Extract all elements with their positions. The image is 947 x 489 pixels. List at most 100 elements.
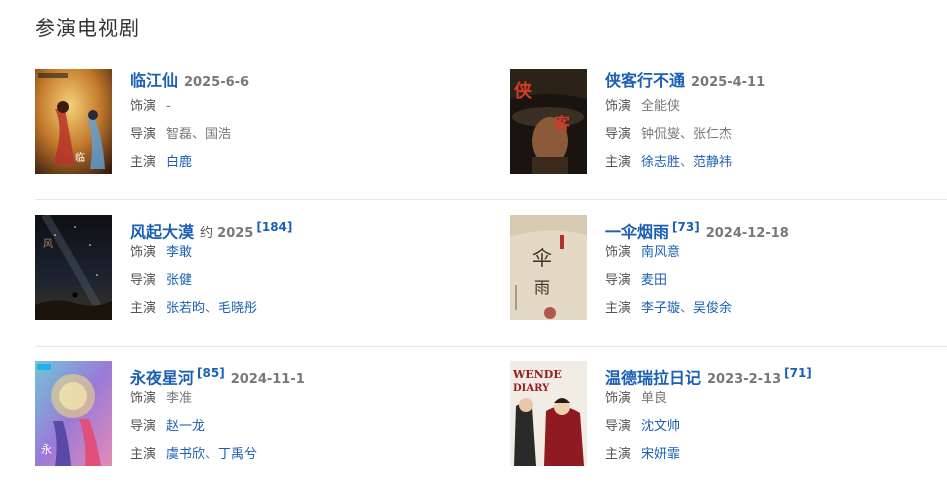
director-label: 导演 bbox=[130, 273, 157, 288]
title-line: 风起大漠约 2025 [184] bbox=[130, 215, 455, 241]
role-row: 饰演 李准 bbox=[130, 385, 455, 413]
drama-card: 永 永夜星河 [85] 2024-11-1 饰演 李准 导演 赵一龙 主演 虞书欣、丁禹兮 bbox=[35, 361, 455, 471]
role-row: 饰演 - bbox=[130, 93, 455, 121]
cast-member-link[interactable]: 白鹿 bbox=[166, 155, 192, 170]
poster-image[interactable]: 永 bbox=[35, 361, 112, 466]
poster-image[interactable]: 临 bbox=[35, 69, 112, 174]
separator: 、 bbox=[192, 127, 206, 142]
cast-label: 主演 bbox=[130, 155, 157, 170]
title-line: 温德瑞拉日记 2023-2-13 [71] bbox=[605, 361, 930, 387]
director-name: 智磊 bbox=[166, 127, 193, 142]
director-label: 导演 bbox=[605, 127, 632, 142]
cast-member-link[interactable]: 毛晓彤 bbox=[218, 301, 257, 316]
role-value: 李准 bbox=[166, 391, 193, 406]
cast-row: 主演 白鹿 bbox=[130, 149, 455, 177]
director-row: 导演 智磊、国浩 bbox=[130, 121, 455, 149]
cast-row: 主演 虞书欣、丁禹兮 bbox=[130, 441, 455, 469]
release-date: 2025 bbox=[217, 226, 254, 242]
role-row: 饰演 李敢 bbox=[130, 239, 455, 267]
role-label: 饰演 bbox=[130, 245, 157, 260]
director-label: 导演 bbox=[605, 419, 632, 434]
cast-member-link[interactable]: 吴俊余 bbox=[693, 301, 732, 316]
drama-card: 临 临江仙 2025-6-6 饰演 - 导演 智磊、国浩 主演 白鹿 bbox=[35, 69, 455, 179]
role-value: 全能侠 bbox=[641, 99, 681, 114]
drama-card: WENDE DIARY 温德瑞拉日记 2023-2-13 [71] 饰演 单良 导演沈… bbox=[510, 361, 930, 471]
svg-text:侠: 侠 bbox=[514, 80, 533, 102]
cast-member-link[interactable]: 徐志胜 bbox=[641, 155, 680, 170]
svg-text:伞: 伞 bbox=[532, 246, 552, 270]
role-label: 饰演 bbox=[605, 245, 632, 260]
score-badge[interactable]: [85] bbox=[197, 366, 225, 380]
drama-title-link[interactable]: 临江仙 bbox=[130, 71, 178, 90]
svg-text:雨: 雨 bbox=[534, 278, 550, 297]
cast-row: 主演 徐志胜、范静祎 bbox=[605, 149, 930, 177]
role-label: 饰演 bbox=[130, 99, 157, 114]
role-label: 饰演 bbox=[130, 391, 157, 406]
cast-member-link[interactable]: 范静祎 bbox=[693, 155, 732, 170]
row-divider bbox=[35, 199, 947, 200]
poster-image[interactable]: 侠 客 bbox=[510, 69, 587, 174]
title-line: 临江仙 2025-6-6 bbox=[130, 69, 455, 93]
role-value: 单良 bbox=[641, 391, 668, 406]
drama-title-link[interactable]: 侠客行不通 bbox=[605, 71, 685, 90]
director-label: 导演 bbox=[130, 419, 157, 434]
cast-label: 主演 bbox=[130, 447, 157, 462]
cast-label: 主演 bbox=[605, 155, 632, 170]
poster-image[interactable]: 风 bbox=[35, 215, 112, 320]
release-date: 2025-6-6 bbox=[184, 75, 250, 90]
director-row: 导演 钟侃燮、张仁杰 bbox=[605, 121, 930, 149]
role-link[interactable]: 李敢 bbox=[166, 245, 192, 260]
role-label: 饰演 bbox=[605, 391, 632, 406]
cast-label: 主演 bbox=[130, 301, 157, 316]
title-line: 永夜星河 [85] 2024-11-1 bbox=[130, 361, 455, 388]
cast-member-link[interactable]: 张若昀 bbox=[166, 301, 205, 316]
release-date: 2024-12-18 bbox=[705, 226, 789, 242]
director-link[interactable]: 张健 bbox=[166, 273, 192, 288]
title-line: 侠客行不通 2025-4-11 bbox=[605, 69, 930, 93]
poster-image[interactable]: 伞 雨 bbox=[510, 215, 587, 320]
svg-text:DIARY: DIARY bbox=[513, 383, 550, 394]
poster-image[interactable]: WENDE DIARY bbox=[510, 361, 587, 466]
release-date: 2025-4-11 bbox=[691, 75, 766, 90]
director-row: 导演 麦田 bbox=[605, 267, 930, 295]
title-line: 一伞烟雨 [73] 2024-12-18 bbox=[605, 215, 930, 242]
role-row: 饰演 单良 bbox=[605, 385, 930, 413]
approx-prefix: 约 bbox=[200, 226, 214, 242]
role-link[interactable]: 南风意 bbox=[641, 245, 680, 260]
role-label: 饰演 bbox=[605, 99, 632, 114]
role-row: 饰演 全能侠 bbox=[605, 93, 930, 121]
director-link[interactable]: 沈文帅 bbox=[641, 419, 680, 434]
separator: 、 bbox=[205, 447, 219, 462]
separator: 、 bbox=[680, 155, 694, 170]
row-divider bbox=[35, 346, 947, 347]
director-label: 导演 bbox=[605, 273, 632, 288]
cast-member-link[interactable]: 虞书欣 bbox=[166, 447, 205, 462]
cast-member-link[interactable]: 丁禹兮 bbox=[218, 447, 257, 462]
cast-member-link[interactable]: 李子璇 bbox=[641, 301, 680, 316]
cast-label: 主演 bbox=[605, 447, 632, 462]
score-badge[interactable]: [184] bbox=[256, 220, 292, 234]
director-name: 钟侃燮 bbox=[641, 127, 681, 142]
svg-text:客: 客 bbox=[554, 114, 571, 133]
director-row: 导演 张健 bbox=[130, 267, 455, 295]
score-badge[interactable]: [71] bbox=[784, 366, 812, 380]
svg-text:风: 风 bbox=[43, 238, 53, 250]
drama-card: 伞 雨 一伞烟雨 [73] 2024-12-18 饰演 南风意 导演 麦田 主演 李子璇、… bbox=[510, 215, 930, 325]
cast-label: 主演 bbox=[605, 301, 632, 316]
director-link[interactable]: 赵一龙 bbox=[166, 419, 205, 434]
svg-text:永: 永 bbox=[41, 442, 52, 456]
director-link[interactable]: 麦田 bbox=[641, 273, 667, 288]
svg-text:WENDE: WENDE bbox=[512, 368, 562, 381]
drama-card: 风 风起大漠约 2025 [184] 饰演 李敢 导演 张健 主演 张若昀、毛晓彤 bbox=[35, 215, 455, 325]
role-row: 饰演 南风意 bbox=[605, 239, 930, 267]
cast-member-link[interactable]: 宋妍霏 bbox=[641, 447, 680, 462]
cast-row: 主演 宋妍霏 bbox=[605, 441, 930, 469]
cast-row: 主演 李子璇、吴俊余 bbox=[605, 295, 930, 323]
director-name: 张仁杰 bbox=[693, 127, 733, 142]
approx-date: 约 2025 bbox=[200, 226, 253, 241]
score-badge[interactable]: [73] bbox=[672, 220, 700, 234]
separator: 、 bbox=[680, 301, 694, 316]
director-row: 导演 沈文帅 bbox=[605, 413, 930, 441]
cast-row: 主演 张若昀、毛晓彤 bbox=[130, 295, 455, 323]
release-date: 2024-11-1 bbox=[230, 372, 305, 388]
